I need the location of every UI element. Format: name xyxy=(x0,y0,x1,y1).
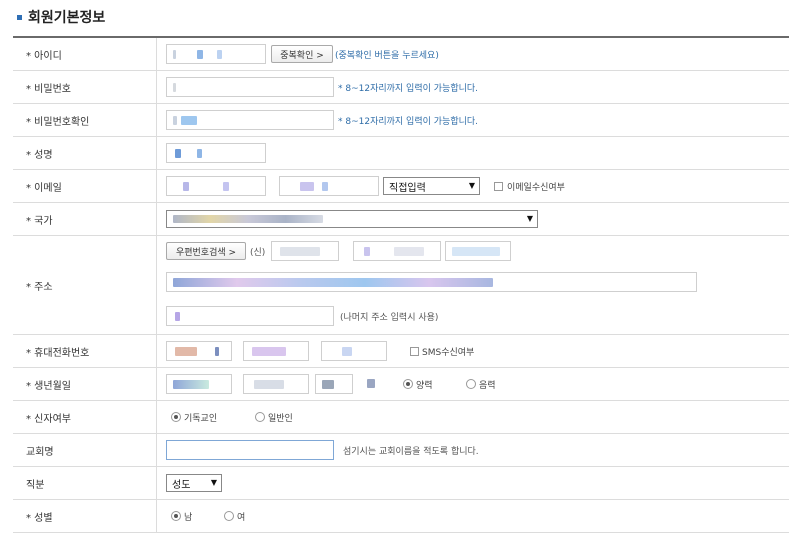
email-receive-label: 이메일수신여부 xyxy=(507,183,565,193)
sms-receive-label: SMS수신여부 xyxy=(422,348,475,358)
faith-christian-label: 기독교인 xyxy=(184,414,218,424)
row-password: * 비밀번호 * 8~12자리까지 입력이 가능합니다. xyxy=(13,71,789,104)
email-domain-input[interactable] xyxy=(279,176,379,196)
row-id: * 아이디 중복확인 > (중복확인 버튼을 누르세요) xyxy=(13,38,789,71)
label-mobile: * 휴대전화번호 xyxy=(13,335,157,367)
name-input[interactable] xyxy=(166,143,266,163)
row-position: 직분 성도 ▼ xyxy=(13,467,789,500)
email-receive-checkbox[interactable] xyxy=(494,182,503,191)
dropdown-arrow-icon: ▼ xyxy=(210,478,217,487)
email-domain-select[interactable]: 직접입력 ▼ xyxy=(383,177,480,195)
id-duplicate-check-button[interactable]: 중복확인 > xyxy=(271,45,333,63)
birth-year-input[interactable] xyxy=(166,374,232,394)
mobile-input-2[interactable] xyxy=(243,341,309,361)
label-password-confirm: * 비밀번호확인 xyxy=(13,104,157,136)
row-email: * 이메일 직접입력 ▼ 이메일수신여부 xyxy=(13,170,789,203)
id-hint: (중복확인 버튼을 누르세요) xyxy=(335,51,439,61)
row-faith: * 신자여부 기독교인 일반인 xyxy=(13,401,789,434)
zip-input-3[interactable] xyxy=(445,241,511,261)
password-hint: * 8~12자리까지 입력이 가능합니다. xyxy=(338,84,479,94)
gender-female-radio[interactable] xyxy=(224,511,234,521)
label-church: 교회명 xyxy=(13,434,157,466)
country-select[interactable]: ▼ xyxy=(166,210,538,228)
row-church: 교회명 섬기시는 교회이름을 적도록 합니다. xyxy=(13,434,789,467)
label-email: * 이메일 xyxy=(13,170,157,202)
gender-male-radio[interactable] xyxy=(171,511,181,521)
position-select[interactable]: 성도 ▼ xyxy=(166,474,222,492)
label-position: 직분 xyxy=(13,467,157,499)
email-id-input[interactable] xyxy=(166,176,266,196)
id-input[interactable] xyxy=(166,44,266,64)
dropdown-arrow-icon: ▼ xyxy=(526,214,533,223)
birth-month-input[interactable] xyxy=(243,374,309,394)
password-input[interactable] xyxy=(166,77,334,97)
sms-receive-checkbox[interactable] xyxy=(410,347,419,356)
section-title: 회원기본정보 xyxy=(17,6,105,28)
church-name-input[interactable] xyxy=(166,440,334,460)
address-detail-note: (나머지 주소 입력시 사용) xyxy=(340,313,439,323)
row-gender: * 성별 남 여 xyxy=(13,500,789,533)
birth-lunar-radio[interactable] xyxy=(466,379,476,389)
row-address: * 주소 우편번호검색 > (신) (나머지 주소 입력시 사용) xyxy=(13,236,789,335)
dropdown-arrow-icon: ▼ xyxy=(468,181,475,190)
label-country: * 국가 xyxy=(13,203,157,235)
birth-solar-label: 양력 xyxy=(416,381,433,391)
church-hint: 섬기시는 교회이름을 적도록 합니다. xyxy=(343,447,479,457)
label-password: * 비밀번호 xyxy=(13,71,157,103)
birth-lunar-label: 음력 xyxy=(479,381,496,391)
password-confirm-input[interactable] xyxy=(166,110,334,130)
new-address-label: (신) xyxy=(250,248,266,258)
address-detail-input[interactable] xyxy=(166,306,334,326)
label-gender: * 성별 xyxy=(13,500,157,532)
label-id: * 아이디 xyxy=(13,38,157,70)
birth-solar-radio[interactable] xyxy=(403,379,413,389)
row-password-confirm: * 비밀번호확인 * 8~12자리까지 입력이 가능합니다. xyxy=(13,104,789,137)
bullet-square-icon xyxy=(17,14,22,20)
member-form: * 아이디 중복확인 > (중복확인 버튼을 누르세요) * 비밀번호 * 8~… xyxy=(13,36,789,533)
birth-day-input[interactable] xyxy=(315,374,353,394)
label-faith: * 신자여부 xyxy=(13,401,157,433)
label-address: * 주소 xyxy=(13,236,157,334)
gender-female-label: 여 xyxy=(237,513,246,523)
faith-christian-radio[interactable] xyxy=(171,412,181,422)
label-birth: * 생년월일 xyxy=(13,368,157,400)
row-country: * 국가 ▼ xyxy=(13,203,789,236)
zip-search-button[interactable]: 우편번호검색 > xyxy=(166,242,246,260)
faith-general-radio[interactable] xyxy=(255,412,265,422)
faith-general-label: 일반인 xyxy=(268,414,293,424)
gender-male-label: 남 xyxy=(184,513,193,523)
row-birth: * 생년월일 양력 음력 xyxy=(13,368,789,401)
zip-input-2[interactable] xyxy=(353,241,441,261)
password-confirm-hint: * 8~12자리까지 입력이 가능합니다. xyxy=(338,117,479,127)
label-name: * 성명 xyxy=(13,137,157,169)
row-mobile: * 휴대전화번호 SMS수신여부 xyxy=(13,335,789,368)
address-input[interactable] xyxy=(166,272,697,292)
mobile-input-1[interactable] xyxy=(166,341,232,361)
zip-input-1[interactable] xyxy=(271,241,339,261)
mobile-input-3[interactable] xyxy=(321,341,387,361)
row-name: * 성명 xyxy=(13,137,789,170)
